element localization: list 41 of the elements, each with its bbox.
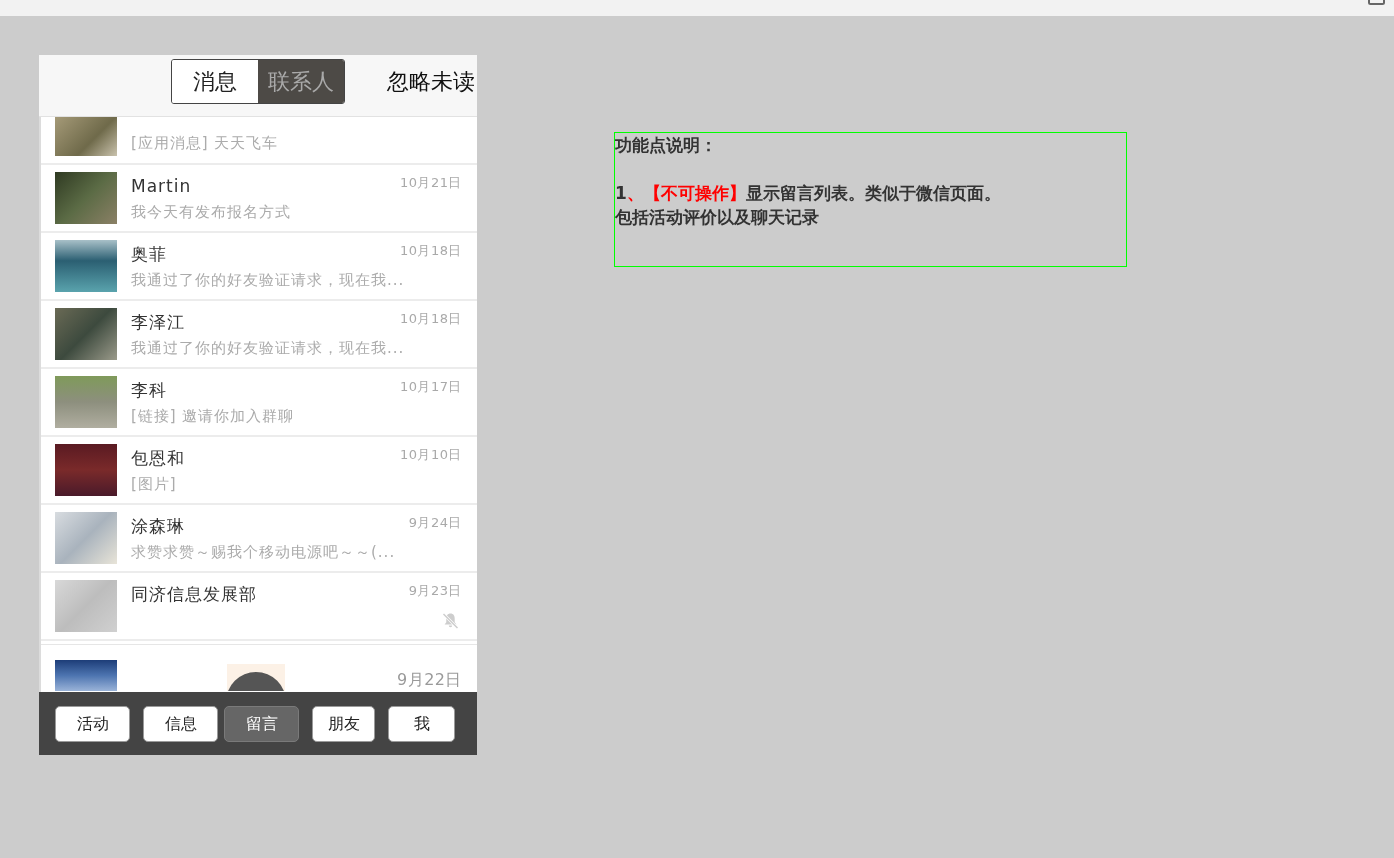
- message-date: 10月21日: [399, 175, 462, 191]
- message-date: 9月24日: [408, 515, 462, 531]
- message-date: 10月18日: [399, 311, 462, 327]
- contact-name: Martin: [131, 176, 193, 196]
- ignore-unread-button[interactable]: 忽略未读: [387, 67, 475, 96]
- message-preview: [图片]: [131, 474, 178, 494]
- message-preview: [应用消息] 天天飞车: [131, 133, 280, 153]
- message-preview: 求赞求赞～赐我个移动电源吧～～(...: [131, 542, 397, 562]
- message-preview: 我通过了你的好友验证请求，现在我...: [131, 270, 406, 290]
- avatar-photo: [55, 512, 117, 564]
- message-date: 9月23日: [408, 583, 462, 599]
- avatar-photo: [55, 308, 117, 360]
- segment-tab[interactable]: 联系人: [258, 60, 344, 103]
- message-date: 10月18日: [399, 243, 462, 259]
- avatar-photo: [55, 117, 117, 156]
- avatar-photo: [55, 376, 117, 428]
- avatar-photo: [55, 172, 117, 224]
- nav-tab[interactable]: 朋友: [312, 705, 375, 742]
- contact-name: 同济信息发展部: [131, 584, 258, 604]
- avatar-photo: [55, 240, 117, 292]
- nav-tab[interactable]: 活动: [55, 705, 130, 742]
- message-date: 10月10日: [399, 447, 462, 463]
- note-title: 功能点说明：: [615, 134, 718, 157]
- message-preview: 我今天有发布报名方式: [131, 202, 292, 222]
- segment-tab[interactable]: 消息: [172, 60, 258, 103]
- message-preview: [链接] 邀请你加入群聊: [131, 406, 296, 426]
- nav-tab[interactable]: 我: [388, 705, 455, 742]
- contact-name: 涂森琳: [131, 516, 186, 536]
- message-preview: 我通过了你的好友验证请求，现在我...: [131, 338, 406, 358]
- message-date: 10月17日: [399, 379, 462, 395]
- avatar-photo: [55, 444, 117, 496]
- nav-tab[interactable]: 留言: [224, 705, 299, 742]
- contact-name: 李泽江: [131, 312, 186, 332]
- message-date: 9月22日: [396, 670, 462, 689]
- avatar-photo: [55, 660, 117, 691]
- note-text: 1、【不可操作】显示留言列表。类似于微信页面。 包括活动评价以及聊天记录: [615, 182, 1002, 229]
- nav-tab[interactable]: 信息: [143, 705, 218, 742]
- contact-name: 李科: [131, 380, 168, 400]
- avatar-photo: [55, 580, 117, 632]
- contact-name: 包恩和: [131, 448, 186, 468]
- contact-name: 奥菲: [131, 244, 168, 264]
